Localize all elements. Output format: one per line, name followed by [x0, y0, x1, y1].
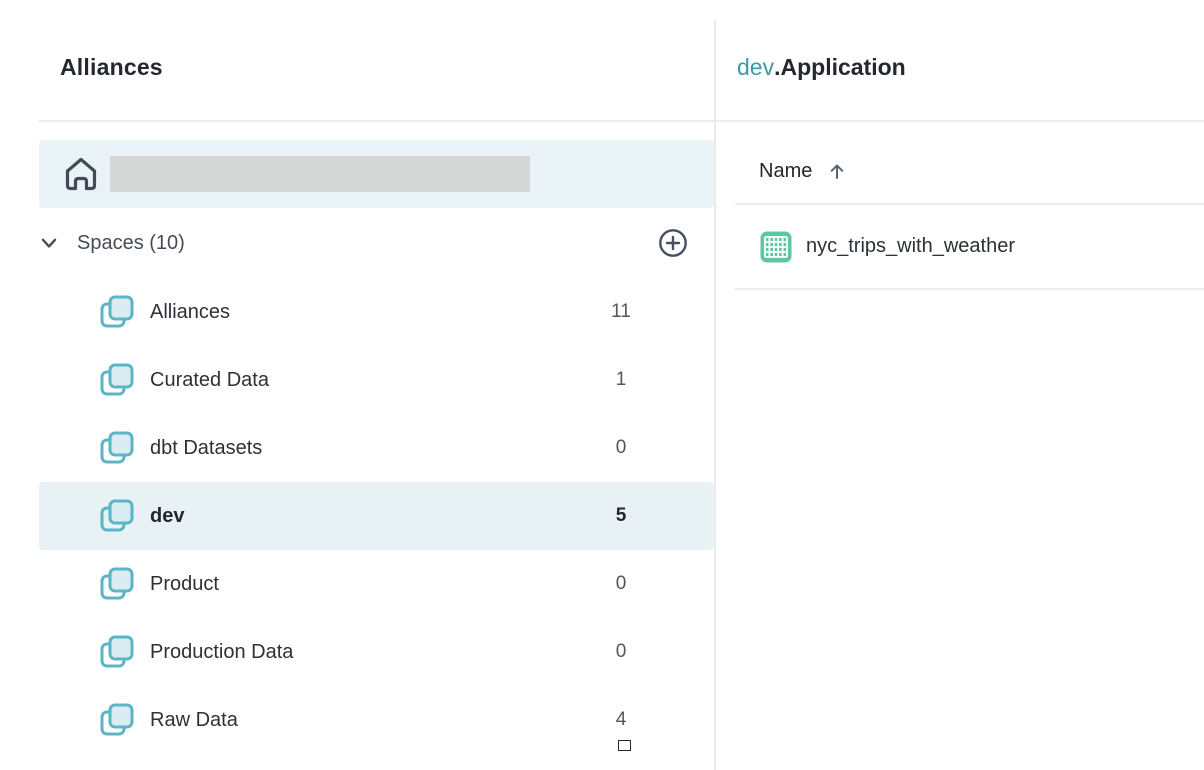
space-count: 0: [591, 641, 651, 663]
left-panel-divider: [39, 120, 714, 122]
space-count: 0: [591, 437, 651, 459]
spaces-section-header[interactable]: Spaces (10): [39, 209, 714, 277]
name-column-label: Name: [759, 160, 812, 183]
breadcrumb: dev.Application: [737, 54, 906, 81]
sort-ascending-icon: [827, 161, 847, 181]
spaces-section-label: Spaces (10): [77, 232, 185, 255]
space-row-production-data[interactable]: Production Data 0: [39, 618, 714, 686]
space-row-dbt-datasets[interactable]: dbt Datasets 0: [39, 414, 714, 482]
redacted-home-label: [110, 156, 530, 192]
home-icon: [61, 154, 101, 194]
space-row-raw-data[interactable]: Raw Data 4: [39, 686, 714, 754]
dataset-table-icon: [759, 230, 793, 264]
add-space-button[interactable]: [658, 228, 688, 258]
space-count: 4: [591, 709, 651, 731]
space-name: dev: [150, 505, 184, 528]
right-panel-divider: [716, 120, 1204, 122]
space-icon: [100, 703, 134, 737]
breadcrumb-space-link[interactable]: dev: [737, 54, 774, 80]
spaces-sidebar: Alliances Spaces (10): [0, 0, 714, 770]
plus-circle-icon: [658, 228, 688, 258]
space-icon: [100, 431, 134, 465]
space-name: Alliances: [150, 301, 230, 324]
space-icon: [100, 363, 134, 397]
app-window: Alliances Spaces (10): [0, 0, 1204, 770]
breadcrumb-entity: Application: [780, 54, 905, 80]
space-count: 1: [591, 369, 651, 391]
name-column-header[interactable]: Name: [759, 140, 847, 202]
space-list: Alliances 11 Curated Data 1 dbt Datasets: [39, 278, 714, 754]
space-row-product[interactable]: Product 0: [39, 550, 714, 618]
space-name: dbt Datasets: [150, 437, 262, 460]
space-count: 11: [591, 301, 651, 323]
space-count: 0: [591, 573, 651, 595]
cursor-artifact-square: [618, 740, 631, 751]
dataset-name: nyc_trips_with_weather: [806, 235, 1015, 258]
space-row-dev[interactable]: dev 5: [39, 482, 714, 550]
left-panel-title: Alliances: [60, 54, 163, 81]
space-icon: [100, 499, 134, 533]
space-icon: [100, 295, 134, 329]
chevron-down-icon[interactable]: [39, 233, 59, 253]
space-row-curated-data[interactable]: Curated Data 1: [39, 346, 714, 414]
space-name: Production Data: [150, 641, 293, 664]
table-row-divider: [735, 288, 1204, 290]
dataset-browser-panel: dev.Application Name nyc_trips_with_weat…: [716, 0, 1204, 770]
space-row-alliances[interactable]: Alliances 11: [39, 278, 714, 346]
space-icon: [100, 635, 134, 669]
space-count: 5: [591, 505, 651, 527]
space-icon: [100, 567, 134, 601]
space-name: Product: [150, 573, 219, 596]
dataset-row-nyc-trips-with-weather[interactable]: nyc_trips_with_weather: [759, 205, 1189, 288]
space-name: Curated Data: [150, 369, 269, 392]
home-row[interactable]: [39, 140, 714, 208]
space-name: Raw Data: [150, 709, 238, 732]
